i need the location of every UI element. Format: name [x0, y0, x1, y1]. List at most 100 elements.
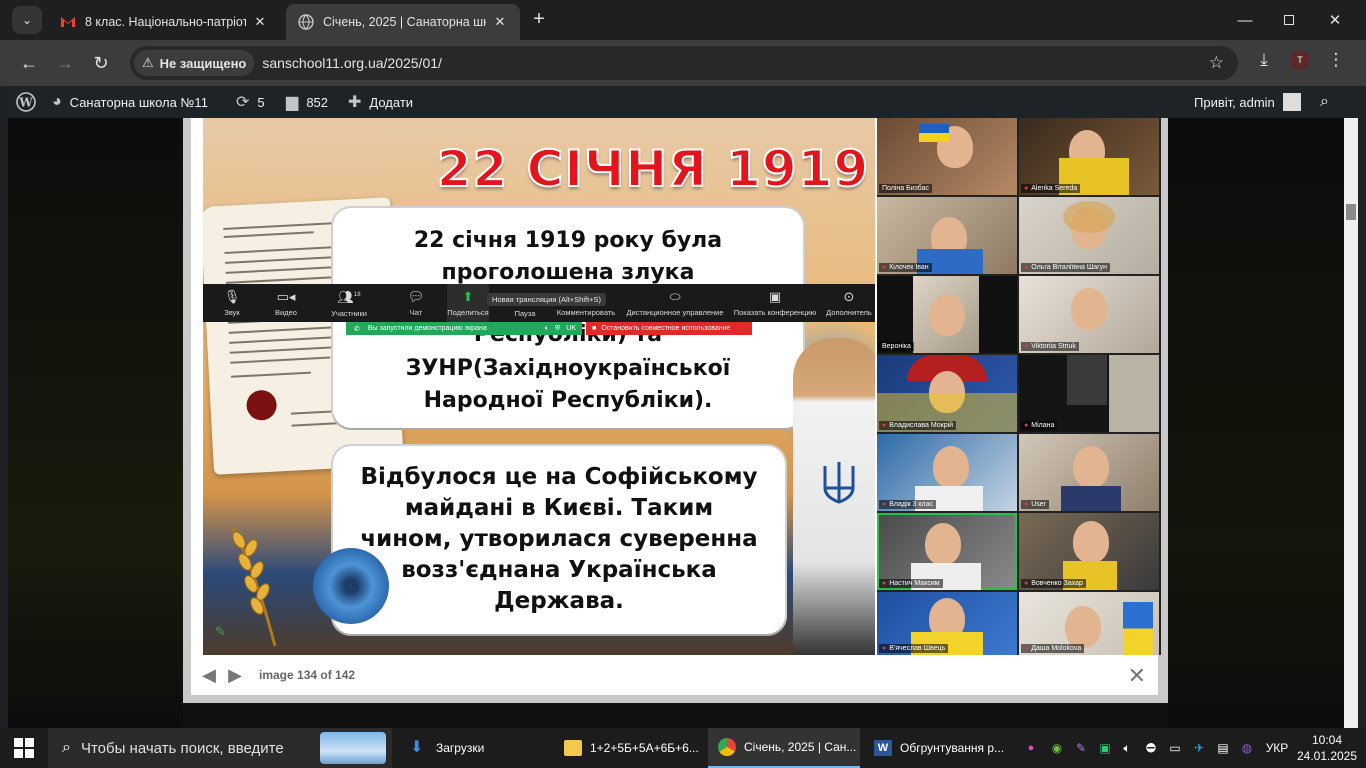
start-button[interactable]	[14, 738, 34, 758]
wheat-illustration	[231, 527, 277, 647]
zoom-participants-button[interactable]: 👥︎18 Участники	[323, 284, 375, 322]
zoom-show-meeting-button[interactable]: ▣ Показать конференцию	[731, 284, 819, 322]
wp-search-button[interactable]: ⌕	[1320, 86, 1329, 118]
participant-tile-speaking[interactable]: ● Настич Максим	[877, 513, 1017, 590]
taskbar-item-downloads[interactable]: ⬇ Загрузки	[400, 728, 546, 768]
zoom-chat-button[interactable]: 💬︎ Чат	[401, 284, 431, 322]
participant-name: ● Ольга Віталіївна Шагун	[1021, 263, 1111, 272]
wp-logo-button[interactable]: W	[16, 86, 36, 118]
bookmark-star-icon[interactable]: ☆	[1209, 53, 1224, 73]
taskbar-item-word[interactable]: W Обгрунтування р...	[864, 728, 1014, 768]
close-tab-icon[interactable]: ✕	[252, 14, 268, 30]
wp-updates-link[interactable]: ⟳ 5	[236, 86, 265, 118]
zoom-audio-button[interactable]: 🎙︎ Звук	[215, 284, 249, 322]
participant-tile[interactable]: ● Кілочек Іван	[877, 197, 1017, 274]
address-bar[interactable]: ⚠ Не защищено sanschool11.org.ua/2025/01…	[130, 46, 1238, 80]
participant-tile[interactable]: Вероніка	[877, 276, 1017, 353]
taskbar-item-folder[interactable]: 1+2+5Б+5А+6Б+6...	[554, 728, 700, 768]
volume-button[interactable]: 🔈︎	[1116, 728, 1138, 768]
participant-tile[interactable]: ● Владислава Мокрій	[877, 355, 1017, 432]
cornflower-illustration	[313, 548, 389, 624]
wp-comments-link[interactable]: ▆ 852	[286, 86, 328, 118]
close-tab-icon[interactable]: ✕	[492, 14, 508, 30]
zoom-remote-control-button[interactable]: ⬭ Дистанционное управление	[623, 284, 727, 322]
image-counter: image 134 of 142	[259, 668, 356, 682]
new-tab-button[interactable]: +	[528, 8, 550, 30]
participant-tile[interactable]: ● Вовченко Захар	[1019, 513, 1159, 590]
language-indicator[interactable]: UK	[566, 325, 576, 332]
zoom-more-button[interactable]: ⊙ Дополнитель	[823, 284, 875, 322]
tab-gmail[interactable]: 8 клас. Національно-патріотич ✕	[48, 4, 280, 40]
url-text[interactable]: sanschool11.org.ua/2025/01/	[262, 55, 442, 71]
participant-tile[interactable]: ● User	[1019, 434, 1159, 511]
zoom-annotate-button[interactable]: Комментировать	[551, 284, 621, 322]
tray-feather-icon[interactable]: ✎	[1070, 728, 1092, 768]
page-scrollbar[interactable]	[1344, 118, 1358, 728]
participant-name: ● Настич Максим	[879, 579, 943, 588]
wp-account-menu[interactable]: Привіт, admin	[1194, 86, 1301, 118]
language-label: УКР	[1265, 741, 1289, 755]
blocked-icon: ⛔︎	[1145, 740, 1157, 755]
participant-tile[interactable]: ● Ольга Віталіївна Шагун	[1019, 197, 1159, 274]
browser-menu-button[interactable]: ⋮	[1324, 50, 1348, 70]
forward-arrow-icon: →	[56, 52, 74, 73]
zoom-button-label: Показать конференцию	[733, 307, 817, 317]
stop-share-button[interactable]: ■ Остановить совместное использование	[586, 322, 752, 335]
more-icon: ⊙	[843, 288, 855, 304]
participant-tile[interactable]: Поліна Бизбас	[877, 118, 1017, 195]
close-window-button[interactable]: ✕	[1312, 0, 1358, 40]
tray-torrent-icon[interactable]: ◉	[1046, 728, 1068, 768]
network-button[interactable]: ▤	[1212, 728, 1234, 768]
profile-button[interactable]: T	[1288, 50, 1312, 70]
browser-window: ⌄ 8 клас. Національно-патріотич ✕ Січень…	[0, 0, 1366, 728]
previous-image-button[interactable]: ◀	[199, 665, 219, 685]
wp-site-name-link[interactable]: ◕ Санаторна школа №11	[52, 86, 208, 118]
taskbar-search[interactable]: ⌕ Чтобы начать поиск, введите	[48, 728, 392, 768]
pencil-icon[interactable]: ✎	[215, 624, 226, 640]
language-switcher[interactable]: УКР	[1262, 728, 1292, 768]
downloads-button[interactable]: ⤓	[1252, 50, 1276, 70]
tab-search-button[interactable]: ⌄	[12, 6, 42, 34]
forward-button[interactable]: →	[52, 50, 78, 76]
participant-tile[interactable]: ● Даша Molokova	[1019, 592, 1159, 655]
back-button[interactable]: ←	[16, 50, 42, 76]
site-security-chip[interactable]: ⚠ Не защищено	[134, 50, 255, 76]
bubble-line: Відбулося це на Софійському	[360, 464, 758, 490]
participant-name: ● User	[1021, 500, 1050, 509]
taskbar-item-chrome[interactable]: Січень, 2025 | Сан...	[708, 728, 860, 768]
wp-add-new-link[interactable]: ✚ Додати	[348, 86, 413, 118]
lightbox-image[interactable]: 22 СІЧНЯ 1919 22 січня 1919 року була пр…	[203, 118, 1161, 655]
maximize-button[interactable]	[1266, 0, 1312, 40]
scrollbar-thumb[interactable]	[1346, 204, 1356, 220]
folder-icon	[564, 740, 582, 756]
participant-tile[interactable]: ● Владік 3 клас	[877, 434, 1017, 511]
tray-viber-icon[interactable]: ◍	[1236, 728, 1258, 768]
participant-tile[interactable]: ● Viktoriia Striuk	[1019, 276, 1159, 353]
participant-tile[interactable]: ● Alenka Sereda	[1019, 118, 1159, 195]
tab-title: 8 клас. Національно-патріотич	[85, 15, 246, 29]
participant-tile[interactable]: ● В'ячеслав Швець	[877, 592, 1017, 655]
comment-bubble-icon: ▆	[286, 94, 299, 111]
close-lightbox-button[interactable]: ✕	[1128, 663, 1146, 689]
trident-icon	[823, 462, 855, 504]
zoom-video-button[interactable]: ▭◂ Видео	[265, 284, 307, 322]
search-highlight-image[interactable]	[320, 732, 386, 764]
participant-tile[interactable]: ● Мілана	[1019, 355, 1159, 432]
zoom-share-button[interactable]: ⬆ Поделиться	[447, 284, 489, 322]
tray-telegram-icon[interactable]: ✈	[1188, 728, 1210, 768]
taskbar-clock[interactable]: 10:04 24.01.2025	[1296, 732, 1358, 764]
tab-sanschool[interactable]: Січень, 2025 | Санаторна школ ✕	[286, 4, 520, 40]
tray-green-app-icon[interactable]: ▣	[1094, 728, 1116, 768]
battery-button[interactable]: ▭	[1164, 728, 1186, 768]
tray-blocked-icon[interactable]: ⛔︎	[1140, 728, 1162, 768]
shared-slide: 22 СІЧНЯ 1919 22 січня 1919 року була пр…	[203, 118, 875, 655]
bubble-line: ЗУНР(Західноукраїнської	[405, 356, 731, 381]
participant-name: ● Владислава Мокрій	[879, 421, 957, 430]
participant-name: ● Даша Molokova	[1021, 644, 1085, 653]
reload-button[interactable]: ↻	[88, 50, 114, 76]
tray-app-icon[interactable]: ●	[1020, 728, 1042, 768]
zoom-pause-button[interactable]: Пауза	[507, 290, 543, 322]
minimize-button[interactable]: —	[1222, 0, 1268, 40]
next-image-button[interactable]: ▶	[225, 665, 245, 685]
app-icon: ▣	[1099, 741, 1111, 755]
